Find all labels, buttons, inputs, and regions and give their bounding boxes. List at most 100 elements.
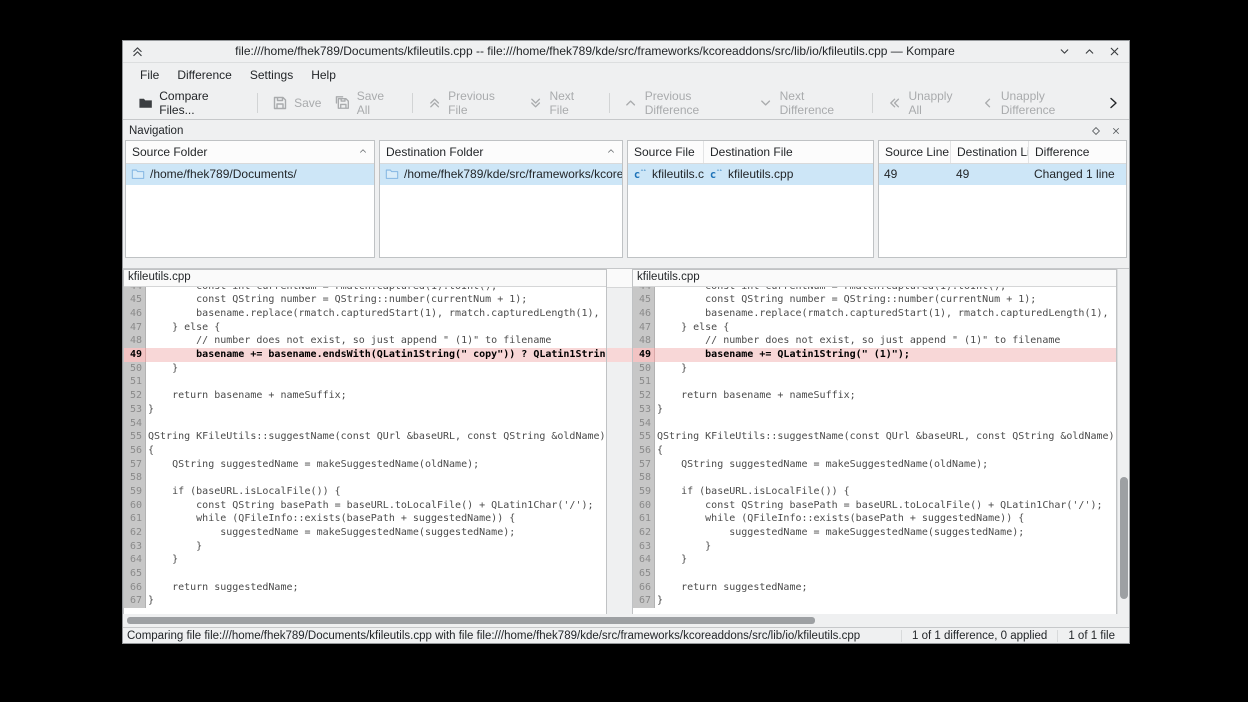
navigation-dock-title: Navigation — [129, 125, 183, 137]
navigation-dock-titlebar[interactable]: Navigation — [123, 120, 1129, 140]
horizontal-scrollbar-thumb[interactable] — [127, 617, 815, 624]
nav-row[interactable]: /home/fhek789/kde/src/frameworks/kcoread… — [380, 164, 622, 185]
code-text — [146, 375, 606, 389]
vertical-scrollbar-thumb[interactable] — [1120, 477, 1128, 599]
code-line-destination-64: 64 } — [633, 553, 1116, 567]
diff-pane-gap — [607, 269, 632, 614]
code-text: const QString number = QString::number(c… — [655, 293, 1116, 307]
code-text: const QString number = QString::number(c… — [146, 293, 606, 307]
code-line-destination-65: 65 — [633, 567, 1116, 581]
line-number: 63 — [124, 540, 146, 554]
toolbar-overflow-button[interactable] — [1105, 95, 1121, 111]
line-number: 44 — [633, 287, 655, 294]
code-text — [655, 417, 1116, 431]
changed-code-line-destination-49[interactable]: 49 basename += QLatin1String(" (1)"); — [633, 348, 1116, 362]
destination-code-area[interactable]: 44 const int currentNum = rmatch.capture… — [633, 287, 1116, 614]
nav-panel-source-line: Source LineDestination Line Difference 494… — [878, 140, 1127, 258]
line-number: 64 — [633, 553, 655, 567]
toolbar-separator — [609, 93, 610, 113]
nav-row[interactable]: 4949Changed 1 line — [879, 164, 1126, 185]
toolbar-button-previous-file: Previous File — [420, 84, 521, 122]
toolbar-button-compare-files[interactable]: Compare Files... — [131, 84, 250, 122]
close-button[interactable] — [1108, 45, 1121, 58]
column-header-label: Destination File — [710, 145, 793, 159]
minimize-button[interactable] — [1058, 45, 1071, 58]
column-header-source-line[interactable]: Source Line — [879, 141, 951, 163]
code-text: } — [655, 594, 1116, 608]
line-number: 53 — [633, 403, 655, 417]
column-header-destination-line[interactable]: Destination Line — [951, 141, 1029, 163]
toolbar-button-unapply-all: Unapply All — [880, 84, 972, 122]
code-line-source-65: 65 — [124, 567, 606, 581]
toolbar-button-previous-difference: Previous Difference — [616, 84, 751, 122]
line-number: 65 — [124, 567, 146, 581]
nav-cell-text: 49 — [884, 167, 897, 181]
toolbar-button-label: Unapply All — [908, 89, 965, 117]
nav-row[interactable]: kfileutils.c...kfileutils.cpp — [628, 164, 873, 185]
source-code-area[interactable]: 44 const int currentNum = rmatch.capture… — [124, 287, 606, 614]
destination-pane: kfileutils.cpp 44 const int currentNum =… — [632, 269, 1117, 614]
folder-icon — [385, 167, 399, 181]
code-line-source-59: 59 if (baseURL.isLocalFile()) { — [124, 485, 606, 499]
column-header-label: Difference — [1035, 145, 1089, 159]
code-line-source-67: 67} — [124, 594, 606, 608]
code-text — [146, 417, 606, 431]
code-line-destination-51: 51 — [633, 375, 1116, 389]
nav-cell: /home/fhek789/kde/src/frameworks/kcoread… — [380, 164, 622, 185]
code-line-source-64: 64 } — [124, 553, 606, 567]
code-text: QString suggestedName = makeSuggestedNam… — [655, 458, 1116, 472]
splitter-handle[interactable] — [123, 258, 1129, 268]
code-line-source-61: 61 while (QFileInfo::exists(basePath + s… — [124, 512, 606, 526]
nav-row[interactable]: /home/fhek789/Documents/ — [126, 164, 374, 185]
menu-item-help[interactable]: Help — [302, 65, 345, 85]
navigation-panels: Source Folder/home/fhek789/Documents/Des… — [123, 140, 1129, 258]
line-number: 62 — [124, 526, 146, 540]
code-text: } — [146, 594, 606, 608]
code-text: while (QFileInfo::exists(basePath + sugg… — [655, 512, 1116, 526]
column-header-difference[interactable]: Difference — [1029, 141, 1126, 163]
nav-cell-text: kfileutils.c... — [652, 167, 704, 181]
save-all-icon — [335, 95, 350, 111]
source-file-header: kfileutils.cpp — [124, 270, 606, 287]
code-line-source-54: 54 — [124, 417, 606, 431]
maximize-button[interactable] — [1083, 45, 1096, 58]
code-text: if (baseURL.isLocalFile()) { — [146, 485, 606, 499]
dock-float-button[interactable] — [1091, 126, 1101, 136]
diamond-icon — [1091, 126, 1101, 136]
code-text: { — [655, 444, 1116, 458]
menu-item-settings[interactable]: Settings — [241, 65, 302, 85]
code-text: } — [655, 403, 1116, 417]
code-line-destination-44: 44 const int currentNum = rmatch.capture… — [633, 287, 1116, 294]
line-number: 58 — [633, 471, 655, 485]
folder-icon — [131, 167, 145, 181]
desktop-background: file:///home/fhek789/Documents/kfileutil… — [0, 0, 1248, 702]
line-number: 58 — [124, 471, 146, 485]
line-number: 50 — [633, 362, 655, 376]
code-text — [146, 471, 606, 485]
nav-cell-text: /home/fhek789/Documents/ — [150, 167, 297, 181]
code-text: } — [655, 540, 1116, 554]
toolbar-separator — [872, 93, 873, 113]
line-number: 49 — [124, 348, 146, 362]
changed-code-line-source-49[interactable]: 49 basename += basename.endsWith(QLatin1… — [124, 348, 606, 362]
diff-connector — [607, 348, 632, 362]
line-number: 67 — [124, 594, 146, 608]
dock-close-button[interactable] — [1111, 126, 1121, 136]
vertical-scrollbar[interactable] — [1117, 269, 1129, 614]
code-line-source-56: 56{ — [124, 444, 606, 458]
status-message: Comparing file file:///home/fhek789/Docu… — [127, 630, 901, 642]
line-number: 45 — [124, 293, 146, 307]
menu-item-difference[interactable]: Difference — [168, 65, 240, 85]
shade-icon[interactable] — [131, 45, 144, 58]
menu-item-file[interactable]: File — [131, 65, 168, 85]
code-text: const int currentNum = rmatch.captured(1… — [146, 287, 606, 294]
toolbar-separator — [412, 93, 413, 113]
column-header-source-folder[interactable]: Source Folder — [126, 141, 374, 163]
column-header-source-file[interactable]: Source File — [628, 141, 704, 163]
line-number: 59 — [633, 485, 655, 499]
titlebar[interactable]: file:///home/fhek789/Documents/kfileutil… — [123, 41, 1129, 63]
close-icon — [1111, 126, 1121, 136]
horizontal-scrollbar[interactable] — [123, 614, 1129, 627]
column-header-destination-folder[interactable]: Destination Folder — [380, 141, 622, 163]
column-header-destination-file[interactable]: Destination File — [704, 141, 873, 163]
